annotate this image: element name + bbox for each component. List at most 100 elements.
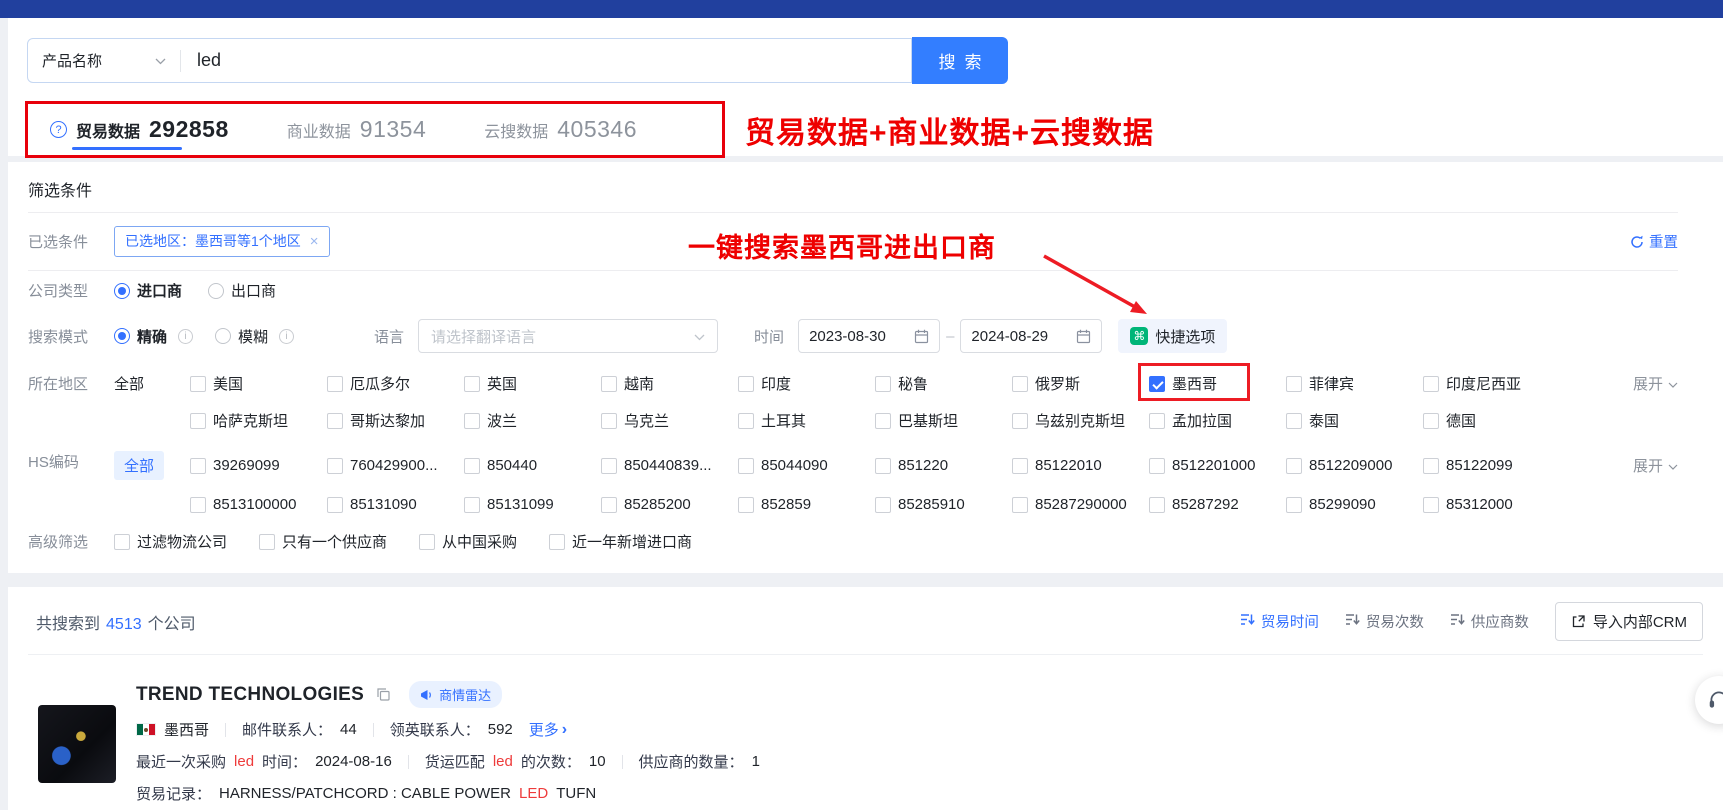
annotation-tabs-note: 贸易数据+商业数据+云搜数据 [745, 108, 1154, 152]
search-category-label: 产品名称 [42, 50, 102, 71]
hs-checkbox[interactable]: 85287292 [1149, 496, 1286, 513]
region-checkbox[interactable]: 乌兹别克斯坦 [1012, 410, 1149, 431]
checkbox-icon [875, 413, 891, 429]
hs-checkbox[interactable]: 85287290000 [1012, 496, 1149, 513]
sort-supplier-count[interactable]: 供应商数 [1450, 611, 1529, 632]
expand-regions-link[interactable]: 展开 [1633, 373, 1678, 394]
reset-button[interactable]: 重置 [1630, 231, 1678, 252]
region-checkbox[interactable]: 美国 [190, 373, 327, 394]
hs-checkbox[interactable]: 85285910 [875, 496, 1012, 513]
radio-exact-mode[interactable]: 精确 i [114, 326, 193, 347]
sort-icon [1240, 613, 1255, 630]
divider [373, 723, 374, 737]
copy-icon[interactable] [376, 687, 391, 702]
expand-hs-codes-link[interactable]: 展开 [1633, 455, 1678, 476]
hs-checkbox[interactable]: 850440839... [601, 457, 738, 474]
hs-all-button[interactable]: 全部 [114, 451, 164, 480]
radio-importer[interactable]: 进口商 [114, 280, 182, 301]
selected-filter-tag-text: 已选地区：墨西哥等1个地区 [125, 231, 301, 251]
question-circle-icon[interactable]: ? [50, 121, 67, 138]
quick-options-button[interactable]: ⌘ 快捷选项 [1118, 319, 1227, 353]
region-checkbox[interactable]: 巴基斯坦 [875, 410, 1012, 431]
region-checkbox[interactable]: 英国 [464, 373, 601, 394]
filter-logistics-checkbox[interactable]: 过滤物流公司 [114, 531, 227, 552]
hs-checkbox[interactable]: 85131090 [327, 496, 464, 513]
hs-checkbox[interactable]: 85299090 [1286, 496, 1423, 513]
start-date-input[interactable]: 2023-08-30 [798, 319, 940, 353]
radio-fuzzy-mode[interactable]: 模糊 i [215, 326, 294, 347]
region-checkbox[interactable]: 哥斯达黎加 [327, 410, 464, 431]
hs-checkbox[interactable]: 8512209000 [1286, 457, 1423, 474]
hs-checkbox[interactable]: 852859 [738, 496, 875, 513]
company-result-item[interactable]: TREND TECHNOLOGIES 商情雷达 墨西哥 邮件联系人： 44 领英… [28, 655, 1703, 810]
translate-language-select[interactable]: 请选择翻译语言 [418, 319, 718, 353]
region-checkbox[interactable]: 印度 [738, 373, 875, 394]
checkbox-icon [601, 458, 617, 474]
search-mode-row: 搜索模式 精确 i 模糊 i 语言 请选择翻译语言 时间 2023-08-30 … [28, 310, 1678, 362]
supplier-count-value: 1 [752, 753, 760, 770]
filter-panel: 筛选条件 已选条件 已选地区：墨西哥等1个地区 × 重置 公司类型 进口商 出口 [8, 162, 1723, 573]
hs-checkbox[interactable]: 85285200 [601, 496, 738, 513]
region-checkbox[interactable]: 菲律宾 [1286, 373, 1423, 394]
hs-checkbox[interactable]: 8512201000 [1149, 457, 1286, 474]
end-date-input[interactable]: 2024-08-29 [960, 319, 1102, 353]
company-info: TREND TECHNOLOGIES 商情雷达 墨西哥 邮件联系人： 44 领英… [136, 671, 1181, 810]
region-checkbox[interactable]: 秘鲁 [875, 373, 1012, 394]
single-supplier-checkbox[interactable]: 只有一个供应商 [259, 531, 387, 552]
radio-selected-icon [114, 283, 130, 299]
region-checkbox[interactable]: 土耳其 [738, 410, 875, 431]
hs-checkbox[interactable]: 8513100000 [190, 496, 327, 513]
active-tab-underline [72, 147, 182, 150]
advanced-filter-row: 高级筛选 过滤物流公司 只有一个供应商 从中国采购 近一年新增进口商 [28, 522, 1678, 561]
region-checkbox[interactable]: 厄瓜多尔 [327, 373, 464, 394]
hs-code-label: HS编码 [28, 449, 104, 472]
hs-checkbox[interactable]: 39269099 [190, 457, 327, 474]
region-checkbox[interactable]: 德国 [1423, 410, 1560, 431]
search-button[interactable]: 搜索 [912, 37, 1008, 84]
company-thumbnail [38, 705, 116, 783]
radio-exporter[interactable]: 出口商 [208, 280, 276, 301]
region-checkbox[interactable]: 哈萨克斯坦 [190, 410, 327, 431]
tab-count: 292858 [149, 116, 229, 143]
tab-cloud-search-data[interactable]: 云搜数据 405346 [484, 116, 637, 143]
import-crm-button[interactable]: 导入内部CRM [1555, 602, 1703, 641]
close-icon[interactable]: × [310, 233, 319, 250]
hs-checkbox[interactable]: 760429900... [327, 457, 464, 474]
hs-checkbox[interactable]: 85044090 [738, 457, 875, 474]
business-radar-badge[interactable]: 商情雷达 [409, 681, 502, 708]
region-checkbox[interactable]: 波兰 [464, 410, 601, 431]
hs-checkbox[interactable]: 850440 [464, 457, 601, 474]
region-checkbox[interactable]: 印度尼西亚 [1423, 373, 1560, 394]
checkbox-icon [190, 497, 206, 513]
search-category-dropdown[interactable]: 产品名称 [28, 39, 180, 82]
keyword-highlight: led [234, 753, 254, 770]
hs-checkbox[interactable]: 85122010 [1012, 457, 1149, 474]
region-checkbox[interactable]: 乌克兰 [601, 410, 738, 431]
region-checkbox-mexico[interactable]: 墨西哥 [1149, 373, 1286, 394]
company-name[interactable]: TREND TECHNOLOGIES [136, 684, 364, 706]
region-checkbox[interactable]: 越南 [601, 373, 738, 394]
sort-trade-count[interactable]: 贸易次数 [1345, 611, 1424, 632]
sort-trade-time[interactable]: 贸易时间 [1240, 611, 1319, 632]
region-checkbox[interactable]: 泰国 [1286, 410, 1423, 431]
region-all-link[interactable]: 全部 [114, 373, 190, 394]
search-input[interactable] [181, 39, 911, 82]
tab-trade-data[interactable]: ? 贸易数据 292858 [50, 116, 229, 143]
hs-checkbox[interactable]: 85131099 [464, 496, 601, 513]
hs-code-row: HS编码 全部 39269099 760429900... 850440 850… [28, 440, 1678, 522]
hs-checkbox[interactable]: 85122099 [1423, 457, 1560, 474]
more-link[interactable]: 更多 › [529, 719, 567, 740]
info-icon[interactable]: i [178, 329, 193, 344]
checkbox-icon [327, 376, 343, 392]
hs-checkbox[interactable]: 851220 [875, 457, 1012, 474]
info-icon[interactable]: i [279, 329, 294, 344]
region-checkbox[interactable]: 孟加拉国 [1149, 410, 1286, 431]
selected-filter-tag[interactable]: 已选地区：墨西哥等1个地区 × [114, 226, 330, 257]
tab-business-data[interactable]: 商业数据 91354 [287, 116, 426, 143]
region-checkbox[interactable]: 俄罗斯 [1012, 373, 1149, 394]
new-importer-checkbox[interactable]: 近一年新增进口商 [549, 531, 692, 552]
checkbox-icon [327, 497, 343, 513]
hs-checkbox[interactable]: 85312000 [1423, 496, 1560, 513]
purchase-from-china-checkbox[interactable]: 从中国采购 [419, 531, 517, 552]
radio-importer-label: 进口商 [137, 280, 182, 301]
